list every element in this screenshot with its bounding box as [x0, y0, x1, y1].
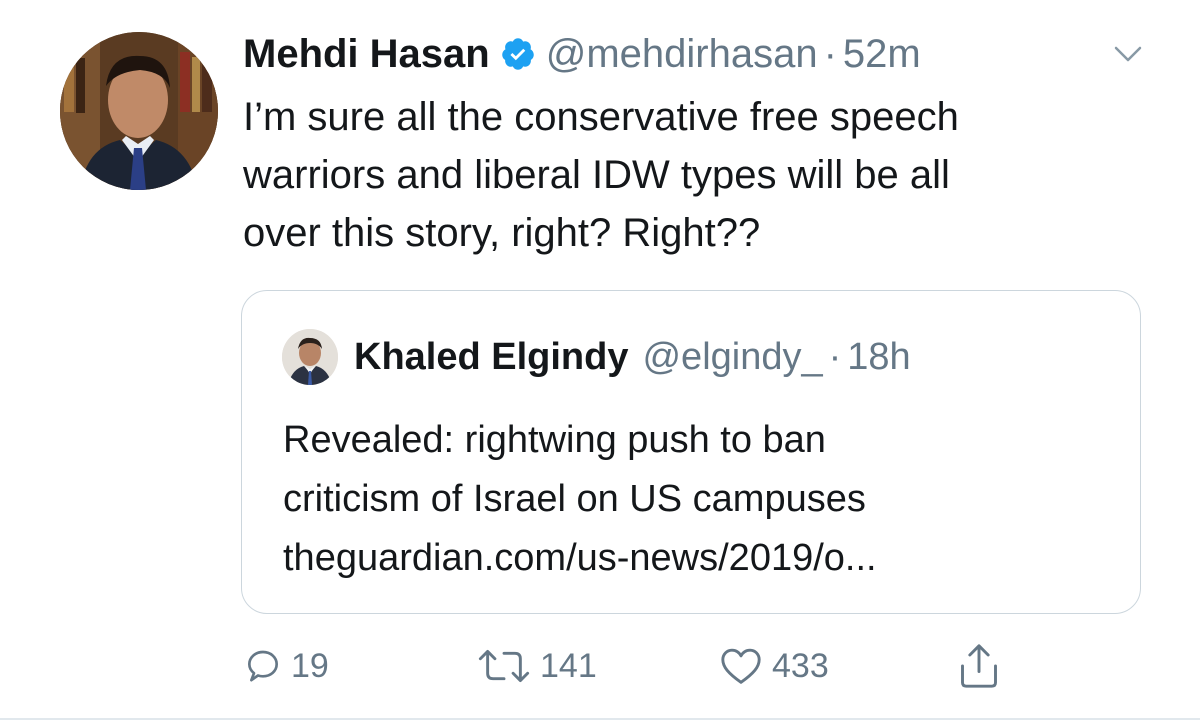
tweet-actions: 19 141 433 [243, 640, 1143, 696]
tweet-time[interactable]: 52m [843, 32, 921, 77]
reply-button[interactable]: 19 [243, 640, 329, 692]
quoted-author-handle[interactable]: @elgindy_ [642, 336, 822, 379]
tweet-text-line: I’m sure all the conservative free speec… [243, 95, 959, 139]
separator-dot: · [828, 335, 842, 378]
quoted-text-link[interactable]: theguardian.com/us-news/2019/o... [283, 529, 1123, 588]
tweet-text-line: over this story, right? Right?? [243, 211, 761, 255]
quoted-tweet-card[interactable]: Khaled Elgindy @elgindy_ · 18h Revealed:… [241, 290, 1141, 614]
reply-icon [248, 650, 278, 682]
retweet-icon [478, 650, 530, 682]
reply-count: 19 [291, 646, 329, 685]
quoted-text-line: criticism of Israel on US campuses [283, 478, 866, 520]
share-button[interactable] [957, 640, 1001, 692]
like-count: 433 [772, 646, 829, 685]
chevron-down-icon[interactable] [1110, 38, 1146, 68]
tweet-header: Mehdi Hasan @mehdirhasan · 52m [243, 28, 921, 80]
verified-badge-icon [500, 36, 536, 72]
heart-icon [721, 648, 761, 684]
separator-dot: · [823, 31, 837, 76]
quoted-tweet-header: Khaled Elgindy @elgindy_ · 18h [354, 333, 911, 381]
author-handle[interactable]: @mehdirhasan [546, 32, 818, 77]
quoted-author-avatar-image [282, 329, 338, 385]
quoted-author-avatar[interactable] [282, 329, 338, 385]
retweet-count: 141 [540, 646, 597, 685]
retweet-button[interactable]: 141 [476, 640, 597, 692]
like-button[interactable]: 433 [718, 640, 829, 692]
author-name[interactable]: Mehdi Hasan [243, 32, 490, 77]
quoted-author-name[interactable]: Khaled Elgindy [354, 336, 628, 379]
quoted-tweet-time[interactable]: 18h [847, 336, 910, 379]
quoted-text-line: Revealed: rightwing push to ban [283, 419, 826, 461]
tweet-text: I’m sure all the conservative free speec… [243, 88, 1143, 262]
divider [0, 718, 1200, 720]
tweet-text-line: warriors and liberal IDW types will be a… [243, 153, 950, 197]
quoted-tweet-text: Revealed: rightwing push to ban criticis… [283, 411, 1123, 588]
share-icon [961, 644, 997, 688]
author-avatar[interactable] [60, 32, 218, 190]
author-avatar-image [60, 32, 218, 190]
